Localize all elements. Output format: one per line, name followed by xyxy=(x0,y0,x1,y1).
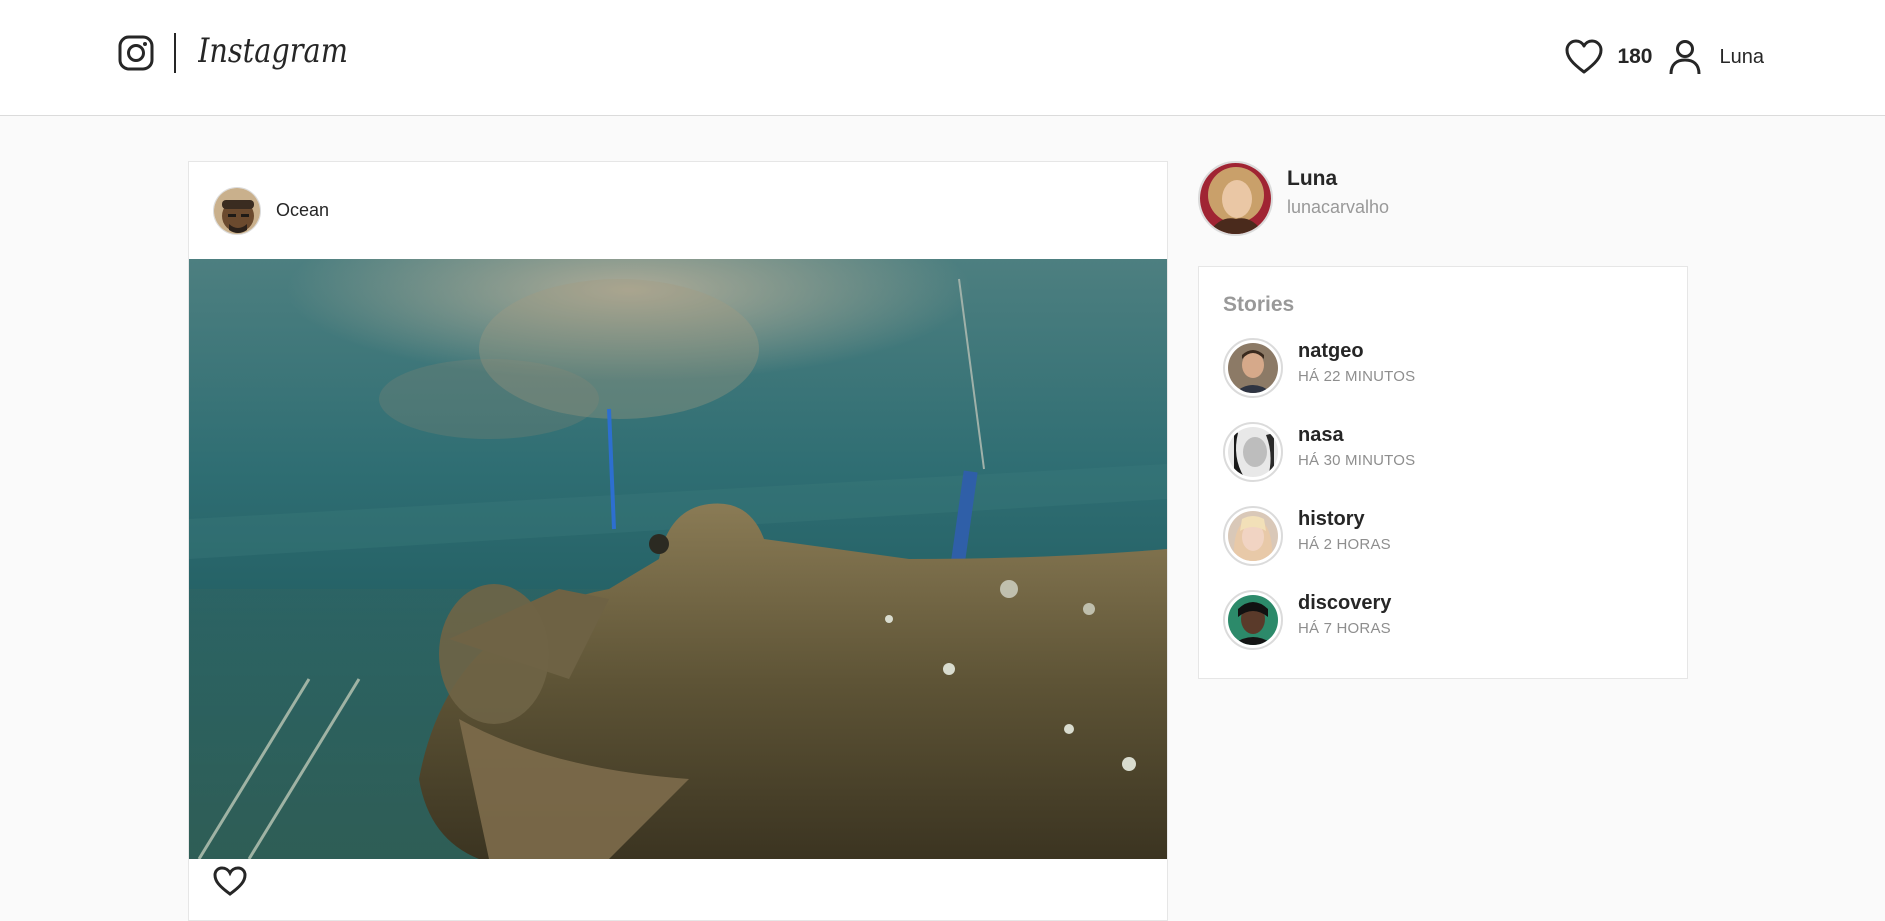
story-avatar[interactable] xyxy=(1223,422,1283,482)
story-avatar[interactable] xyxy=(1223,506,1283,566)
story-avatar[interactable] xyxy=(1223,338,1283,398)
stories-title: Stories xyxy=(1223,293,1295,316)
story-name: nasa xyxy=(1298,423,1344,446)
story-item[interactable]: natgeo HÁ 22 MINUTOS xyxy=(1223,326,1663,410)
post-author-avatar[interactable] xyxy=(213,186,261,235)
story-item[interactable]: history HÁ 2 HORAS xyxy=(1223,494,1663,578)
post-header: Ocean xyxy=(189,162,1167,259)
current-user-avatar[interactable] xyxy=(1198,161,1273,236)
story-avatar[interactable] xyxy=(1223,590,1283,650)
story-item[interactable]: discovery HÁ 7 HORAS xyxy=(1223,578,1663,662)
current-user-card: Luna lunacarvalho xyxy=(1198,161,1389,236)
story-name: discovery xyxy=(1298,591,1392,614)
story-time: HÁ 7 HORAS xyxy=(1298,619,1391,637)
brand[interactable]: Instagram xyxy=(118,31,350,73)
user-icon[interactable] xyxy=(1669,39,1701,75)
stories-panel: Stories natgeo HÁ 22 MINUTOS nasa HÁ 30 … xyxy=(1198,266,1688,679)
svg-text:Instagram: Instagram xyxy=(198,31,348,71)
instagram-wordmark[interactable]: Instagram xyxy=(198,28,350,78)
top-navbar: Instagram 180 Luna xyxy=(0,0,1885,116)
story-item[interactable]: nasa HÁ 30 MINUTOS xyxy=(1223,410,1663,494)
current-user-name[interactable]: Luna xyxy=(1287,167,1389,191)
heart-icon[interactable] xyxy=(1565,39,1603,75)
story-time: HÁ 30 MINUTOS xyxy=(1298,451,1416,469)
post-image[interactable] xyxy=(189,259,1167,859)
brand-divider xyxy=(174,33,176,73)
current-user-username: lunacarvalho xyxy=(1287,197,1390,217)
story-time: HÁ 22 MINUTOS xyxy=(1298,367,1416,385)
story-name: natgeo xyxy=(1298,339,1364,362)
header-actions: 180 Luna xyxy=(1565,38,1764,76)
profile-name-link[interactable]: Luna xyxy=(1720,46,1765,69)
instagram-camera-icon[interactable] xyxy=(118,35,154,71)
story-name: history xyxy=(1298,507,1365,530)
story-time: HÁ 2 HORAS xyxy=(1298,535,1391,553)
likes-count: 180 xyxy=(1617,45,1653,68)
feed-post: Ocean xyxy=(188,161,1168,921)
post-author-name[interactable]: Ocean xyxy=(276,200,329,221)
